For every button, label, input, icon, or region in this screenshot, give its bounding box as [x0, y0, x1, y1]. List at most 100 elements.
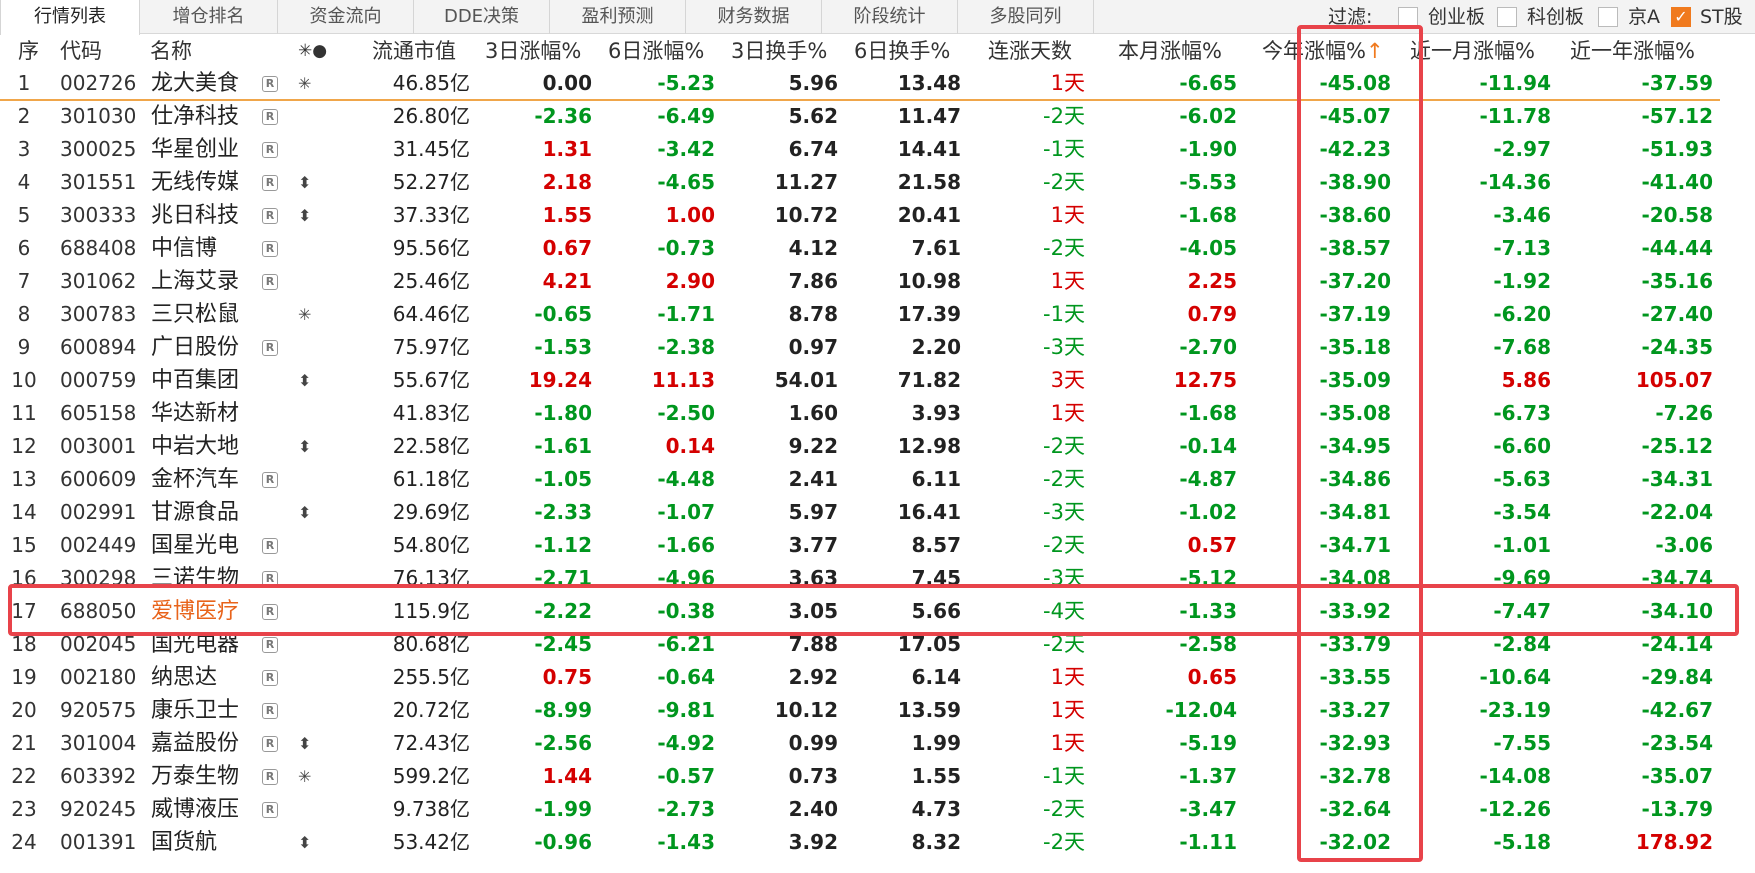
tab-profit-forecast[interactable]: 盈利预测 [550, 0, 686, 34]
cell-y1: -13.79 [1641, 797, 1713, 821]
cell-t3: 2.41 [788, 467, 838, 491]
table-row[interactable]: 13 600609 金杯汽车 R 61.18亿 -1.05 -4.48 2.41 6.11 -4.… [0, 463, 1755, 496]
tab-multi-stock[interactable]: 多股同列 [958, 0, 1094, 34]
table-row[interactable]: 23 920245 威博液压 R 9.738亿 -1.99 -2.73 2.40 4.73 -3.… [0, 793, 1755, 826]
cell-month: -1.11 [1179, 830, 1237, 854]
table-row[interactable]: 9 600894 广日股份 R 75.97亿 -1.53 -2.38 0.97 2.20 -2.7… [0, 331, 1755, 364]
cell-t3: 11.27 [774, 170, 838, 194]
cell-m1: 5.86 [1501, 368, 1551, 392]
margin-trading-icon: R [262, 637, 278, 653]
cell-ytd: -35.18 [1319, 335, 1391, 359]
cell-m1: -11.78 [1479, 104, 1551, 128]
table-row[interactable]: 22 603392 万泰生物 R ✳ 599.2亿 1.44 -0.57 0.73 1.55 -1.… [0, 760, 1755, 793]
cell-month: -2.70 [1179, 335, 1237, 359]
col-marks[interactable]: ✳● [298, 34, 327, 67]
table-row[interactable]: 4 301551 无线传媒 R ⬍ 52.27亿 2.18 -4.65 11.27 21.58 -5… [0, 166, 1755, 199]
margin-trading-icon: R [262, 109, 278, 125]
cell-d3: -2.36 [534, 104, 592, 128]
col-6d-change[interactable]: 6日涨幅% [608, 34, 704, 67]
filter-st-label[interactable]: ST股 [1700, 0, 1743, 34]
stock-code: 002180 [60, 665, 137, 689]
cell-ytd: -32.64 [1319, 797, 1391, 821]
table-row[interactable]: 1 002726 龙大美食 R ✳ 46.85亿 0.00 -5.23 5.96 13.48 -6.… [0, 67, 1755, 100]
filter-chinext-label[interactable]: 创业板 [1428, 0, 1485, 34]
table-row[interactable]: 3 300025 华星创业 R 31.45亿 1.31 -3.42 6.74 14.41 -1.9… [0, 133, 1755, 166]
cell-d6: -1.43 [657, 830, 715, 854]
cell-y1: -20.58 [1641, 203, 1713, 227]
cell-d6: -9.81 [657, 698, 715, 722]
cell-ytd: -32.93 [1319, 731, 1391, 755]
rise-days: -2天 [1043, 170, 1085, 194]
col-float-cap[interactable]: 流通市值 [372, 34, 456, 67]
cell-y1: -3.06 [1655, 533, 1713, 557]
cell-t6: 3.93 [911, 401, 961, 425]
table-row[interactable]: 21 301004 嘉益股份 R ⬍ 72.43亿 -2.56 -4.92 0.99 1.99 -5… [0, 727, 1755, 760]
col-seq[interactable]: 序 [18, 34, 39, 67]
table-row[interactable]: 24 001391 国货航 ⬍ 53.42亿 -0.96 -1.43 3.92 8.32 -1.1… [0, 826, 1755, 859]
col-ytd-change[interactable]: 今年涨幅%↑ [1262, 34, 1384, 67]
float-cap: 599.2亿 [392, 764, 470, 788]
tab-stage-stats[interactable]: 阶段统计 [822, 0, 958, 34]
table-row[interactable]: 18 002045 国光电器 R 80.68亿 -2.45 -6.21 7.88 17.05 -2… [0, 628, 1755, 661]
cell-ytd: -34.81 [1319, 500, 1391, 524]
col-1y-change[interactable]: 近一年涨幅% [1570, 34, 1695, 67]
float-cap: 9.738亿 [392, 797, 470, 821]
filter-st-checkbox[interactable]: ✓ [1671, 7, 1691, 27]
cell-d3: -0.65 [534, 302, 592, 326]
col-code[interactable]: 代码 [60, 34, 102, 67]
float-cap: 75.97亿 [392, 335, 470, 359]
float-cap: 29.69亿 [392, 500, 470, 524]
col-1m-change[interactable]: 近一月涨幅% [1410, 34, 1535, 67]
tab-dde[interactable]: DDE决策 [414, 0, 550, 34]
col-name[interactable]: 名称 [150, 34, 192, 67]
cell-d6: -0.57 [657, 764, 715, 788]
col-month-change[interactable]: 本月涨幅% [1118, 34, 1222, 67]
cell-ytd: -33.79 [1319, 632, 1391, 656]
float-cap: 25.46亿 [392, 269, 470, 293]
cell-d6: -3.42 [657, 137, 715, 161]
filter-bse-label[interactable]: 京A [1628, 0, 1660, 34]
cell-month: -3.47 [1179, 797, 1237, 821]
table-row[interactable]: 19 002180 纳思达 R 255.5亿 0.75 -0.64 2.92 6.14 0.65 -… [0, 661, 1755, 694]
table-row[interactable]: 2 301030 仕净科技 R 26.80亿 -2.36 -6.49 5.62 11.47 -6.… [0, 100, 1755, 133]
table-row[interactable]: 11 605158 华达新材 41.83亿 -1.80 -2.50 1.60 3.93 -1.6… [0, 397, 1755, 430]
float-cap: 20.72亿 [392, 698, 470, 722]
table-row[interactable]: 7 301062 上海艾录 R 25.46亿 4.21 2.90 7.86 10.98 2.25 -… [0, 265, 1755, 298]
table-row[interactable]: 6 688408 中信博 R 95.56亿 0.67 -0.73 4.12 7.61 -4.05 -… [0, 232, 1755, 265]
tab-fund-flow[interactable]: 资金流向 [278, 0, 414, 34]
table-row[interactable]: 15 002449 国星光电 R 54.80亿 -1.12 -1.66 3.77 8.57 0.5… [0, 529, 1755, 562]
cell-t6: 11.47 [897, 104, 961, 128]
tab-quote-list[interactable]: 行情列表 [0, 0, 140, 35]
float-cap: 37.33亿 [392, 203, 470, 227]
tab-financial-data[interactable]: 财务数据 [686, 0, 822, 34]
filter-star-label[interactable]: 科创板 [1527, 0, 1584, 34]
col-3d-change[interactable]: 3日涨幅% [485, 34, 581, 67]
table-row[interactable]: 8 300783 三只松鼠 ✳ 64.46亿 -0.65 -1.71 8.78 17.39 0.7… [0, 298, 1755, 331]
tab-position-rank[interactable]: 增仓排名 [140, 0, 278, 34]
cell-d6: -0.64 [657, 665, 715, 689]
col-3d-turnover[interactable]: 3日换手% [731, 34, 827, 67]
row-seq: 4 [17, 170, 31, 194]
cell-d6: 11.13 [651, 368, 715, 392]
col-6d-turnover[interactable]: 6日换手% [854, 34, 950, 67]
stock-mark-icon: ⬍ [298, 206, 312, 225]
sort-asc-icon: ↑ [1365, 39, 1384, 63]
float-cap: 22.58亿 [392, 434, 470, 458]
table-row[interactable]: 17 688050 爱博医疗 R 115.9亿 -2.22 -0.38 3.05 5.66 -1.… [0, 595, 1755, 628]
filter-bse-checkbox[interactable] [1598, 7, 1618, 27]
table-row[interactable]: 12 003001 中岩大地 ⬍ 22.58亿 -1.61 0.14 9.22 12.98 -0.… [0, 430, 1755, 463]
cell-t6: 71.82 [897, 368, 961, 392]
filter-star-checkbox[interactable] [1497, 7, 1517, 27]
filter-chinext-checkbox[interactable] [1398, 7, 1418, 27]
cell-t6: 7.61 [911, 236, 961, 260]
stock-mark-icon: ✳ [298, 305, 312, 324]
table-row[interactable]: 10 000759 中百集团 ⬍ 55.67亿 19.24 11.13 54.01 71.82 1… [0, 364, 1755, 397]
rise-days: 1天 [1050, 203, 1085, 227]
stock-name: 中信博 [151, 236, 218, 261]
stock-name: 龙大美食 [151, 71, 240, 96]
table-row[interactable]: 14 002991 甘源食品 ⬍ 29.69亿 -2.33 -1.07 5.97 16.41 -1… [0, 496, 1755, 529]
table-row[interactable]: 20 920575 康乐卫士 R 20.72亿 -8.99 -9.81 10.12 13.59 -… [0, 694, 1755, 727]
col-rise-days[interactable]: 连涨天数 [988, 34, 1072, 67]
table-row[interactable]: 5 300333 兆日科技 R ⬍ 37.33亿 1.55 1.00 10.72 20.41 -1.… [0, 199, 1755, 232]
table-row[interactable]: 16 300298 三诺生物 R 76.13亿 -2.71 -4.96 3.63 7.45 -5.… [0, 562, 1755, 595]
